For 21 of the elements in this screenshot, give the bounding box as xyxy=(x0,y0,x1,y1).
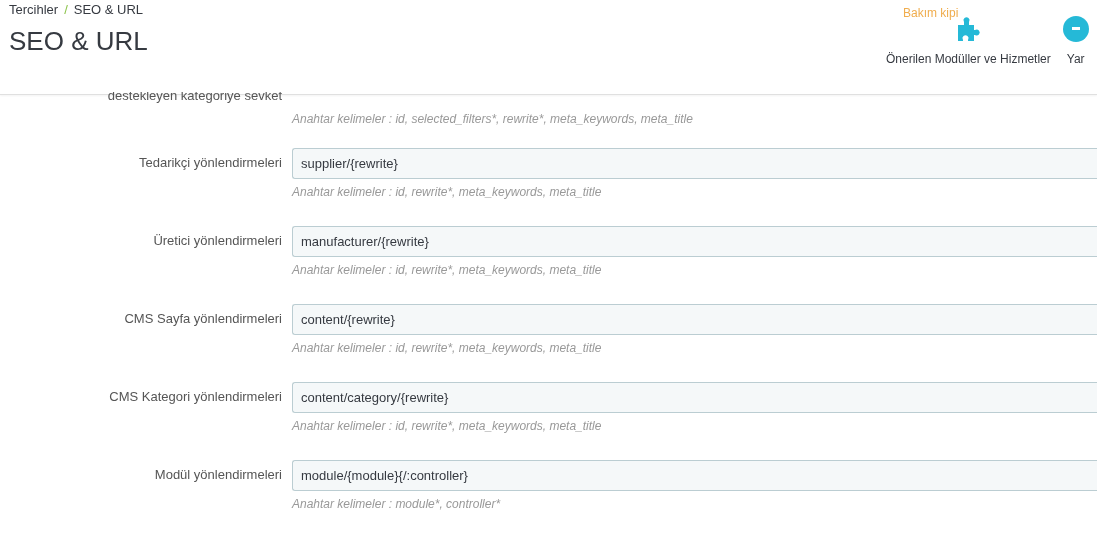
field-label: Tedarikçi yönlendirmeleri xyxy=(137,154,282,170)
breadcrumb-separator: / xyxy=(63,2,69,17)
field-label: Modül yönlendirmeleri xyxy=(153,466,282,482)
toolbar-link[interactable]: Yar xyxy=(1062,16,1089,66)
field-hint: Anahtar kelimeler : id, rewrite*, meta_keywords, meta_title xyxy=(292,419,603,433)
field-hint: Anahtar kelimeler : id, rewrite*, meta_keywords, meta_title xyxy=(292,341,603,355)
field-hint: Anahtar kelimeler : id, rewrite*, meta_keywords, meta_title xyxy=(292,263,603,277)
input-field[interactable]: content/{rewrite} xyxy=(292,304,1097,335)
field-hint: Anahtar kelimeler : module*, controller* xyxy=(292,497,502,511)
input-field[interactable]: content/category/{rewrite} xyxy=(292,382,1097,413)
input-field[interactable]: supplier/{rewrite} xyxy=(292,148,1097,179)
breadcrumb-item: SEO & URL xyxy=(73,2,144,17)
input-field[interactable]: manufacturer/{rewrite} xyxy=(292,226,1097,257)
field-hint: Anahtar kelimeler : id, selected_filters*, rewrite*, meta_keywords, meta_title xyxy=(292,112,694,126)
field-label: CMS Kategori yönlendirmeleri xyxy=(108,388,282,404)
input-field[interactable]: module/{module}{/:controller} xyxy=(292,460,1097,491)
breadcrumb-item[interactable]: Tercihler xyxy=(9,2,59,17)
field-label: Üretici yönlendirmeleri xyxy=(152,232,282,248)
page-title: SEO & URL xyxy=(9,26,148,57)
field-hint: Anahtar kelimeler : id, rewrite*, meta_keywords, meta_title xyxy=(292,185,603,199)
field-label: CMS Sayfa yönlendirmeleri xyxy=(123,310,282,326)
